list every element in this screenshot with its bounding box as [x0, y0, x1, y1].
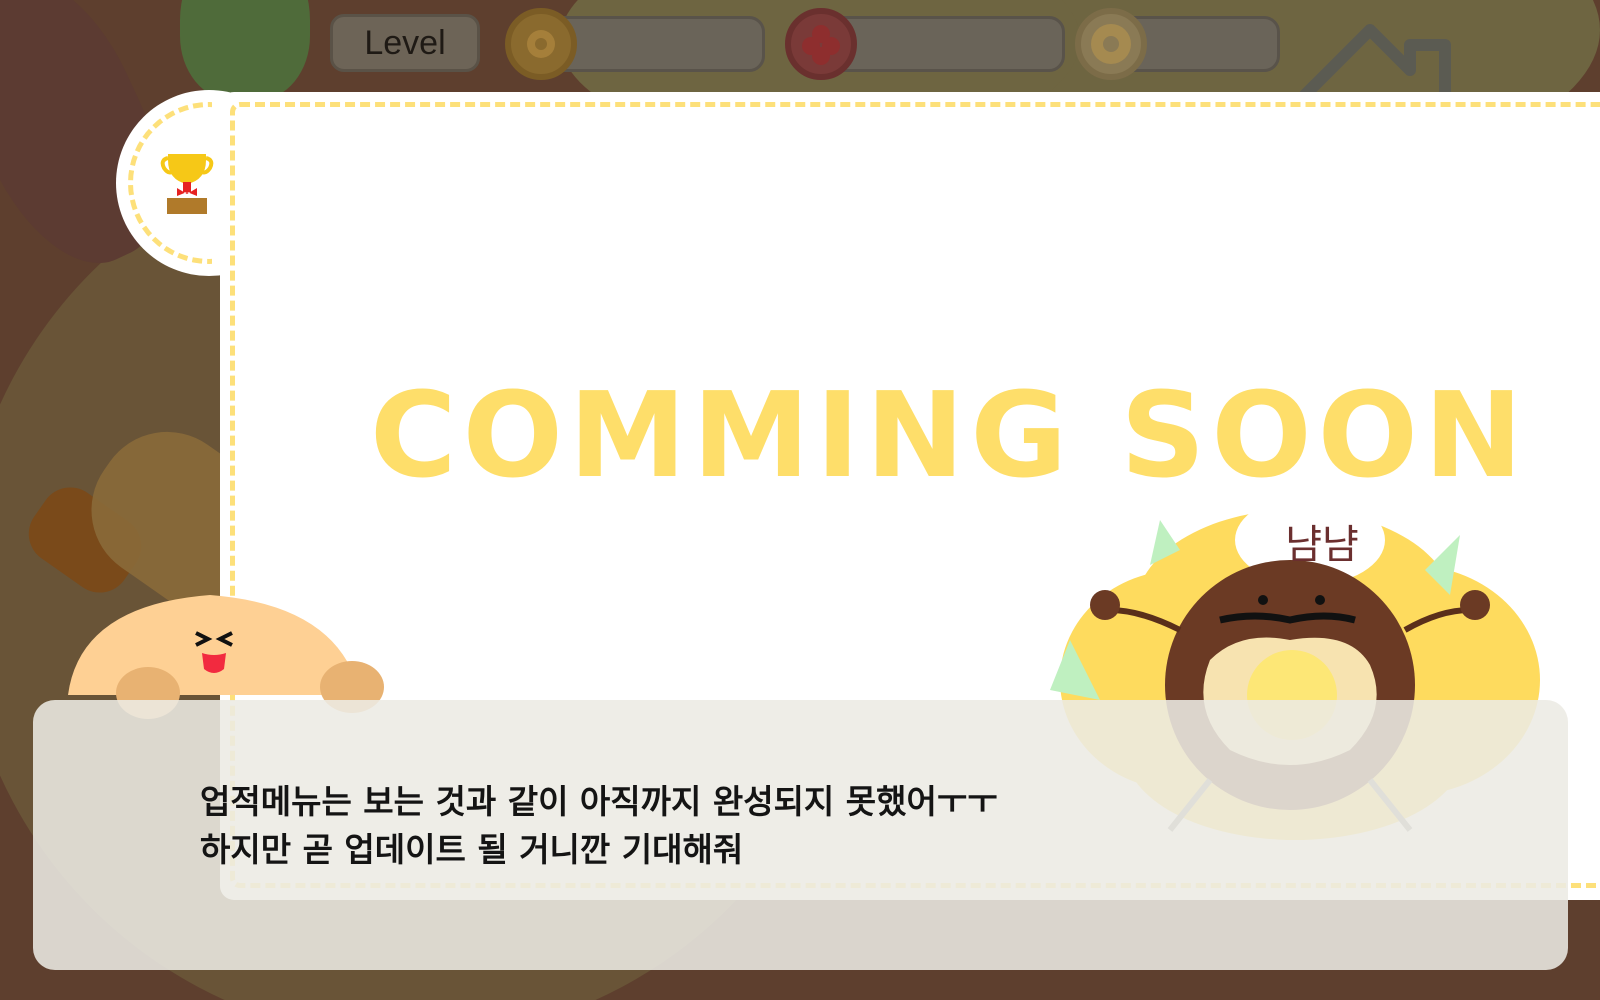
level-badge: Level: [330, 14, 480, 72]
leaf-decoration: [180, 0, 310, 100]
mascot-sign-text: 냠냠: [1285, 522, 1359, 568]
donut-coin-icon: [1075, 8, 1147, 80]
house-outline-decoration: [1300, 24, 1451, 100]
berry-icon: [785, 8, 857, 80]
dialog-line-1: 업적메뉴는 보는 것과 같이 아직까지 완성되지 못했어ㅜㅜ: [200, 782, 998, 821]
coming-soon-banner: COMMING SOON: [370, 366, 1529, 504]
trophy-icon: [160, 154, 214, 214]
dialog-line-2: 하지만 곧 업데이트 될 거니깐 기대해줘: [200, 830, 744, 869]
dialog-text: 업적메뉴는 보는 것과 같이 아직까지 완성되지 못했어ㅜㅜ 하지만 곧 업데이…: [200, 778, 1300, 874]
cookie-coin-icon: [505, 8, 577, 80]
